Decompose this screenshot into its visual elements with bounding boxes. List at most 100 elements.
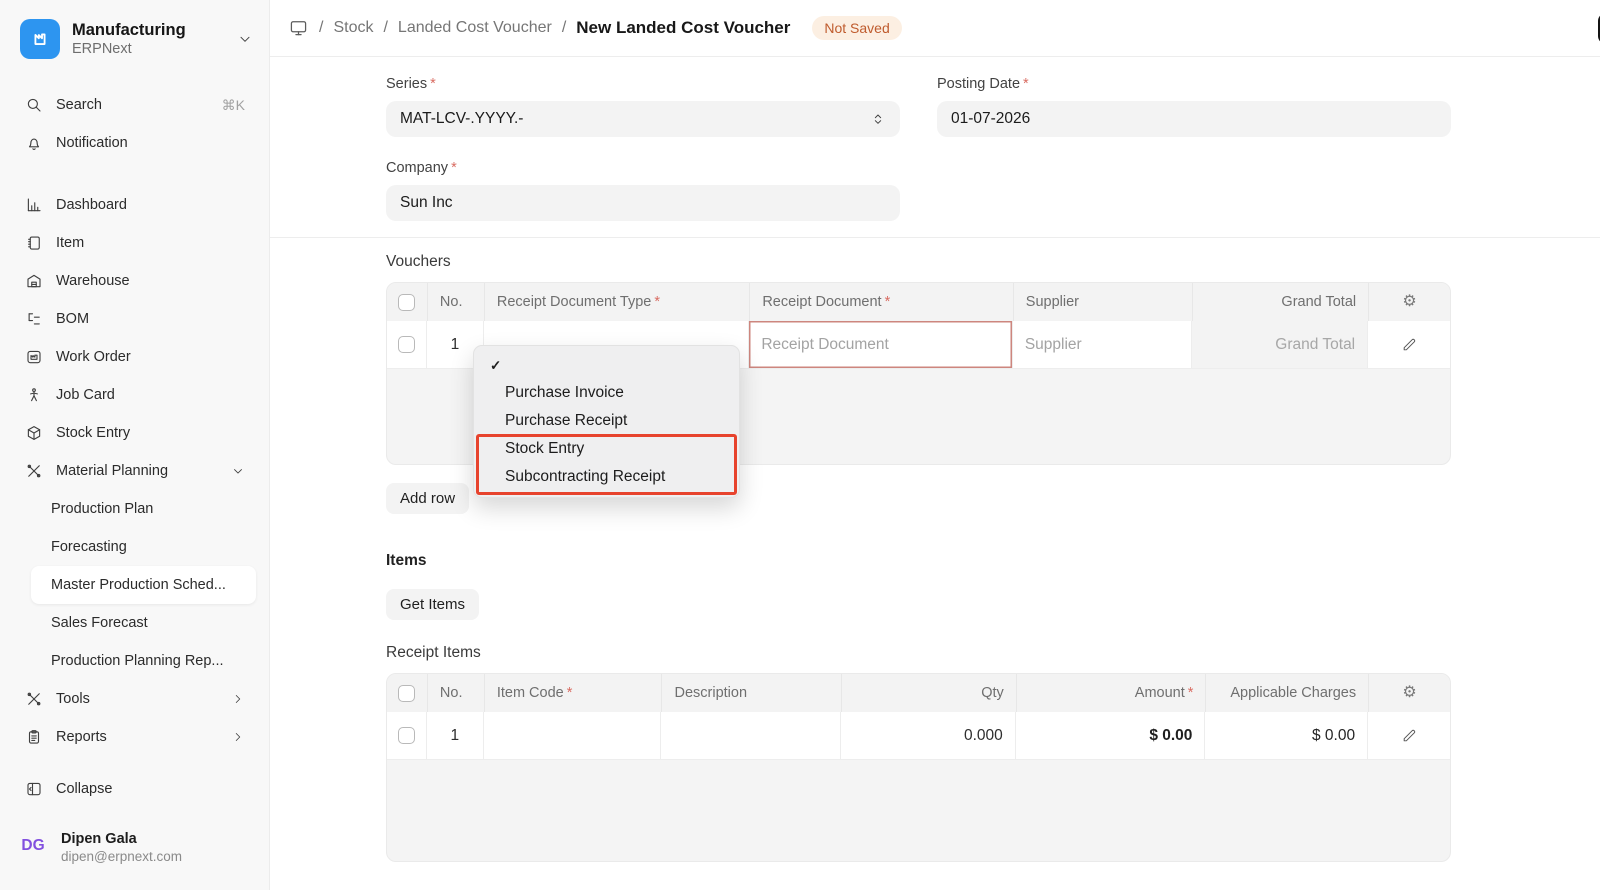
- select-all-checkbox[interactable]: [398, 294, 415, 311]
- edit-pencil-icon[interactable]: [1401, 336, 1418, 353]
- sidebar-item-label: Reports: [56, 729, 107, 745]
- col-label: Item Code: [497, 685, 564, 701]
- form-content: Series * MAT-LCV-.YYYY.- Posting Date* 01…: [270, 57, 1600, 862]
- sidebar-item-dashboard[interactable]: Dashboard: [0, 186, 269, 224]
- sidebar-subitem-forecasting[interactable]: Forecasting: [0, 528, 269, 566]
- sidebar-item-tools[interactable]: Tools: [0, 680, 269, 718]
- grand-total-cell: Grand Total: [1192, 321, 1368, 369]
- receipt-document-cell[interactable]: Receipt Document: [749, 321, 1012, 369]
- sidebar-item-label: Stock Entry: [56, 425, 130, 441]
- series-select[interactable]: MAT-LCV-.YYYY.-: [386, 101, 900, 137]
- section-divider: [270, 237, 1600, 238]
- company-value: Sun Inc: [400, 194, 453, 212]
- bell-icon: [24, 134, 43, 153]
- sidebar-item-label: BOM: [56, 311, 89, 327]
- dashboard-icon: [24, 196, 43, 215]
- sidebar-item-warehouse[interactable]: Warehouse: [0, 262, 269, 300]
- sidebar-item-label: Warehouse: [56, 273, 130, 289]
- sidebar-subitem-production-planning-report[interactable]: Production Planning Rep...: [0, 642, 269, 680]
- select-updown-icon: [870, 111, 886, 127]
- tools-icon: [24, 690, 43, 709]
- user-name: Dipen Gala: [61, 829, 182, 849]
- sidebar-item-label: Collapse: [56, 781, 112, 797]
- sidebar-subitem-label: Sales Forecast: [51, 615, 148, 631]
- dropdown-option-purchase-invoice[interactable]: Purchase Invoice: [474, 379, 739, 407]
- check-icon: ✓: [490, 358, 501, 374]
- posting-date-field: Posting Date* 01-07-2026: [937, 76, 1451, 137]
- company-input[interactable]: Sun Inc: [386, 185, 900, 221]
- required-asterisk: *: [885, 294, 891, 310]
- sidebar: Manufacturing ERPNext Search ⌘K Notifica…: [0, 0, 270, 890]
- sidebar-item-collapse[interactable]: Collapse: [0, 770, 269, 808]
- user-email: dipen@erpnext.com: [61, 849, 182, 864]
- required-asterisk: *: [567, 685, 573, 701]
- sidebar-subitem-sales-forecast[interactable]: Sales Forecast: [0, 604, 269, 642]
- get-items-button[interactable]: Get Items: [386, 589, 479, 620]
- dropdown-option-purchase-receipt[interactable]: Purchase Receipt: [474, 407, 739, 435]
- supplier-placeholder: Supplier: [1025, 336, 1082, 354]
- company-label-text: Company: [386, 160, 448, 176]
- app-name: Manufacturing: [72, 20, 186, 41]
- supplier-cell[interactable]: Supplier: [1013, 321, 1193, 369]
- edit-pencil-icon[interactable]: [1401, 727, 1418, 744]
- receipt-document-placeholder: Receipt Document: [761, 336, 889, 354]
- required-asterisk: *: [1023, 76, 1029, 92]
- sidebar-item-bom[interactable]: BOM: [0, 300, 269, 338]
- material-planning-tools-icon: [24, 462, 43, 481]
- work-order-icon: [24, 348, 43, 367]
- receipt-items-table: No. Item Code* Description Qty Amount* A…: [386, 673, 1451, 862]
- required-asterisk: *: [1188, 685, 1194, 701]
- dropdown-option-blank-selected[interactable]: ✓: [474, 353, 739, 379]
- amount-cell[interactable]: $ 0.00: [1016, 712, 1206, 760]
- col-label: Amount: [1135, 685, 1185, 701]
- chevron-down-icon: [237, 31, 253, 47]
- sidebar-subitem-production-plan[interactable]: Production Plan: [0, 490, 269, 528]
- item-code-cell[interactable]: [484, 712, 662, 760]
- col-no: No.: [427, 283, 484, 321]
- series-label-text: Series: [386, 76, 427, 92]
- col-supplier: Supplier: [1013, 283, 1193, 321]
- table-settings-gear-icon[interactable]: ⚙: [1402, 685, 1416, 701]
- breadcrumb-stock[interactable]: Stock: [333, 19, 373, 37]
- dropdown-option-stock-entry[interactable]: Stock Entry: [474, 435, 739, 463]
- bom-tree-icon: [24, 310, 43, 329]
- monitor-icon[interactable]: [288, 18, 309, 38]
- sidebar-item-job-card[interactable]: Job Card: [0, 376, 269, 414]
- dropdown-option-subcontracting-receipt[interactable]: Subcontracting Receipt: [474, 463, 739, 491]
- add-row-button[interactable]: Add row: [386, 483, 469, 514]
- sidebar-item-search[interactable]: Search ⌘K: [0, 86, 269, 124]
- sidebar-item-reports[interactable]: Reports: [0, 718, 269, 756]
- sidebar-subitem-master-production-schedule[interactable]: Master Production Sched...: [31, 566, 256, 604]
- sidebar-item-notification[interactable]: Notification: [0, 124, 269, 162]
- job-card-person-icon: [24, 386, 43, 405]
- user-menu[interactable]: DG Dipen Gala dipen@erpnext.com: [0, 829, 269, 890]
- sidebar-item-label: Item: [56, 235, 84, 251]
- posting-date-input[interactable]: 01-07-2026: [937, 101, 1451, 137]
- row-checkbox[interactable]: [398, 336, 415, 353]
- breadcrumb-landed-cost-voucher[interactable]: Landed Cost Voucher: [398, 19, 552, 37]
- app-platform: ERPNext: [72, 40, 186, 58]
- sidebar-item-stock-entry[interactable]: Stock Entry: [0, 414, 269, 452]
- sidebar-item-work-order[interactable]: Work Order: [0, 338, 269, 376]
- receipt-items-table-header: No. Item Code* Description Qty Amount* A…: [387, 674, 1450, 712]
- app-switcher[interactable]: Manufacturing ERPNext: [0, 16, 269, 62]
- required-asterisk: *: [654, 294, 660, 310]
- sidebar-item-item[interactable]: Item: [0, 224, 269, 262]
- chevron-down-icon: [231, 464, 245, 478]
- qty-cell[interactable]: 0.000: [841, 712, 1016, 760]
- table-settings-gear-icon[interactable]: ⚙: [1402, 294, 1416, 310]
- reports-clipboard-icon: [24, 728, 43, 747]
- col-amount: Amount*: [1016, 674, 1206, 712]
- row-checkbox[interactable]: [398, 727, 415, 744]
- breadcrumb-separator: /: [562, 19, 566, 37]
- sidebar-subitem-label: Master Production Sched...: [51, 577, 226, 593]
- sidebar-subitem-label: Production Plan: [51, 501, 153, 517]
- select-all-checkbox[interactable]: [398, 685, 415, 702]
- sidebar-item-material-planning[interactable]: Material Planning: [0, 452, 269, 490]
- sidebar-item-label: Job Card: [56, 387, 115, 403]
- search-label: Search: [56, 97, 102, 113]
- col-receipt-document: Receipt Document*: [749, 283, 1012, 321]
- col-qty: Qty: [841, 674, 1016, 712]
- description-cell[interactable]: [661, 712, 841, 760]
- collapse-panel-icon: [24, 780, 43, 799]
